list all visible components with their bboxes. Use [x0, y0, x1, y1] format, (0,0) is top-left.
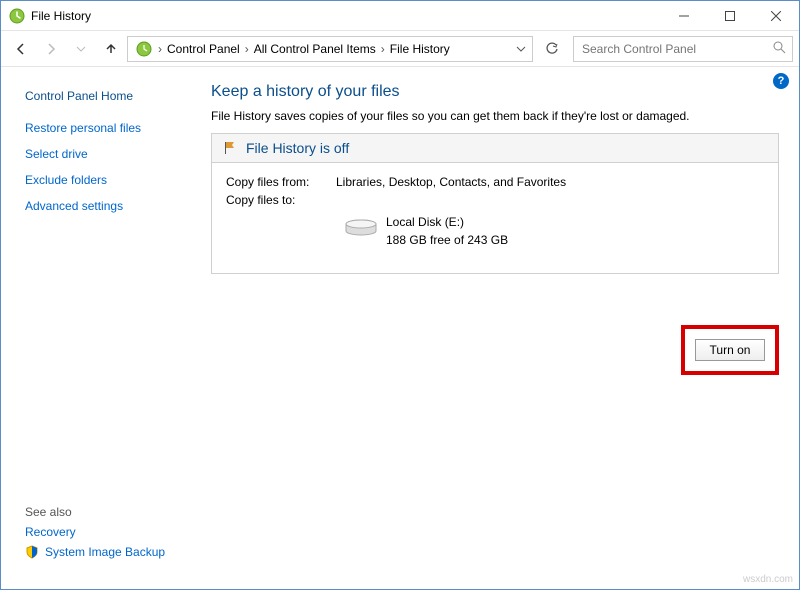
page-heading: Keep a history of your files [211, 83, 779, 101]
address-bar[interactable]: › Control Panel › All Control Panel Item… [127, 36, 533, 62]
sidebar-item-advanced-settings[interactable]: Advanced settings [25, 199, 191, 213]
status-panel: File History is off Copy files from: Lib… [211, 133, 779, 274]
control-panel-icon [136, 41, 152, 57]
breadcrumb-item[interactable]: File History [387, 40, 453, 58]
main-panel: Keep a history of your files File Histor… [201, 67, 799, 589]
chevron-right-icon[interactable]: › [158, 42, 162, 56]
status-panel-body: Copy files from: Libraries, Desktop, Con… [212, 163, 778, 273]
file-history-window: File History › Control Panel › All Contr… [0, 0, 800, 590]
content-area: ? Control Panel Home Restore personal fi… [1, 67, 799, 589]
search-input[interactable] [580, 41, 786, 57]
back-button[interactable] [7, 35, 35, 63]
recent-locations-button[interactable] [67, 35, 95, 63]
watermark: wsxdn.com [743, 574, 793, 585]
search-icon[interactable] [773, 41, 786, 57]
system-image-backup-label: System Image Backup [45, 545, 165, 559]
hard-drive-icon [344, 219, 378, 237]
destination-drive: Local Disk (E:) 188 GB free of 243 GB [226, 213, 764, 249]
flag-icon [222, 140, 238, 156]
maximize-button[interactable] [707, 1, 753, 30]
see-also-section: See also Recovery System Image Backup [25, 499, 191, 579]
file-history-icon [9, 8, 25, 24]
search-box[interactable] [573, 36, 793, 62]
shield-icon [25, 545, 39, 559]
chevron-right-icon[interactable]: › [245, 42, 249, 56]
copy-from-label: Copy files from: [226, 175, 336, 189]
window-title: File History [31, 9, 661, 23]
chevron-down-icon[interactable] [516, 44, 526, 54]
breadcrumb-item[interactable]: All Control Panel Items [251, 40, 379, 58]
disk-name: Local Disk (E:) [386, 213, 508, 231]
chevron-right-icon[interactable]: › [381, 42, 385, 56]
status-panel-header: File History is off [212, 134, 778, 163]
status-title: File History is off [246, 140, 349, 156]
highlight-box: Turn on [681, 325, 779, 375]
window-controls [661, 1, 799, 30]
disk-space: 188 GB free of 243 GB [386, 231, 508, 249]
recovery-link[interactable]: Recovery [25, 525, 191, 539]
sidebar-item-exclude-folders[interactable]: Exclude folders [25, 173, 191, 187]
turn-on-button[interactable]: Turn on [695, 339, 765, 361]
system-image-backup-link[interactable]: System Image Backup [25, 545, 191, 559]
close-button[interactable] [753, 1, 799, 30]
see-also-label: See also [25, 505, 191, 519]
sidebar-item-restore[interactable]: Restore personal files [25, 121, 191, 135]
breadcrumb-item[interactable]: Control Panel [164, 40, 243, 58]
minimize-button[interactable] [661, 1, 707, 30]
control-panel-home-link[interactable]: Control Panel Home [25, 89, 191, 103]
titlebar: File History [1, 1, 799, 31]
copy-from-value: Libraries, Desktop, Contacts, and Favori… [336, 175, 566, 189]
page-description: File History saves copies of your files … [211, 109, 779, 123]
copy-to-label: Copy files to: [226, 193, 336, 207]
forward-button[interactable] [37, 35, 65, 63]
sidebar: Control Panel Home Restore personal file… [1, 67, 201, 589]
navigation-bar: › Control Panel › All Control Panel Item… [1, 31, 799, 67]
refresh-button[interactable] [539, 36, 565, 62]
up-button[interactable] [97, 35, 125, 63]
sidebar-item-select-drive[interactable]: Select drive [25, 147, 191, 161]
